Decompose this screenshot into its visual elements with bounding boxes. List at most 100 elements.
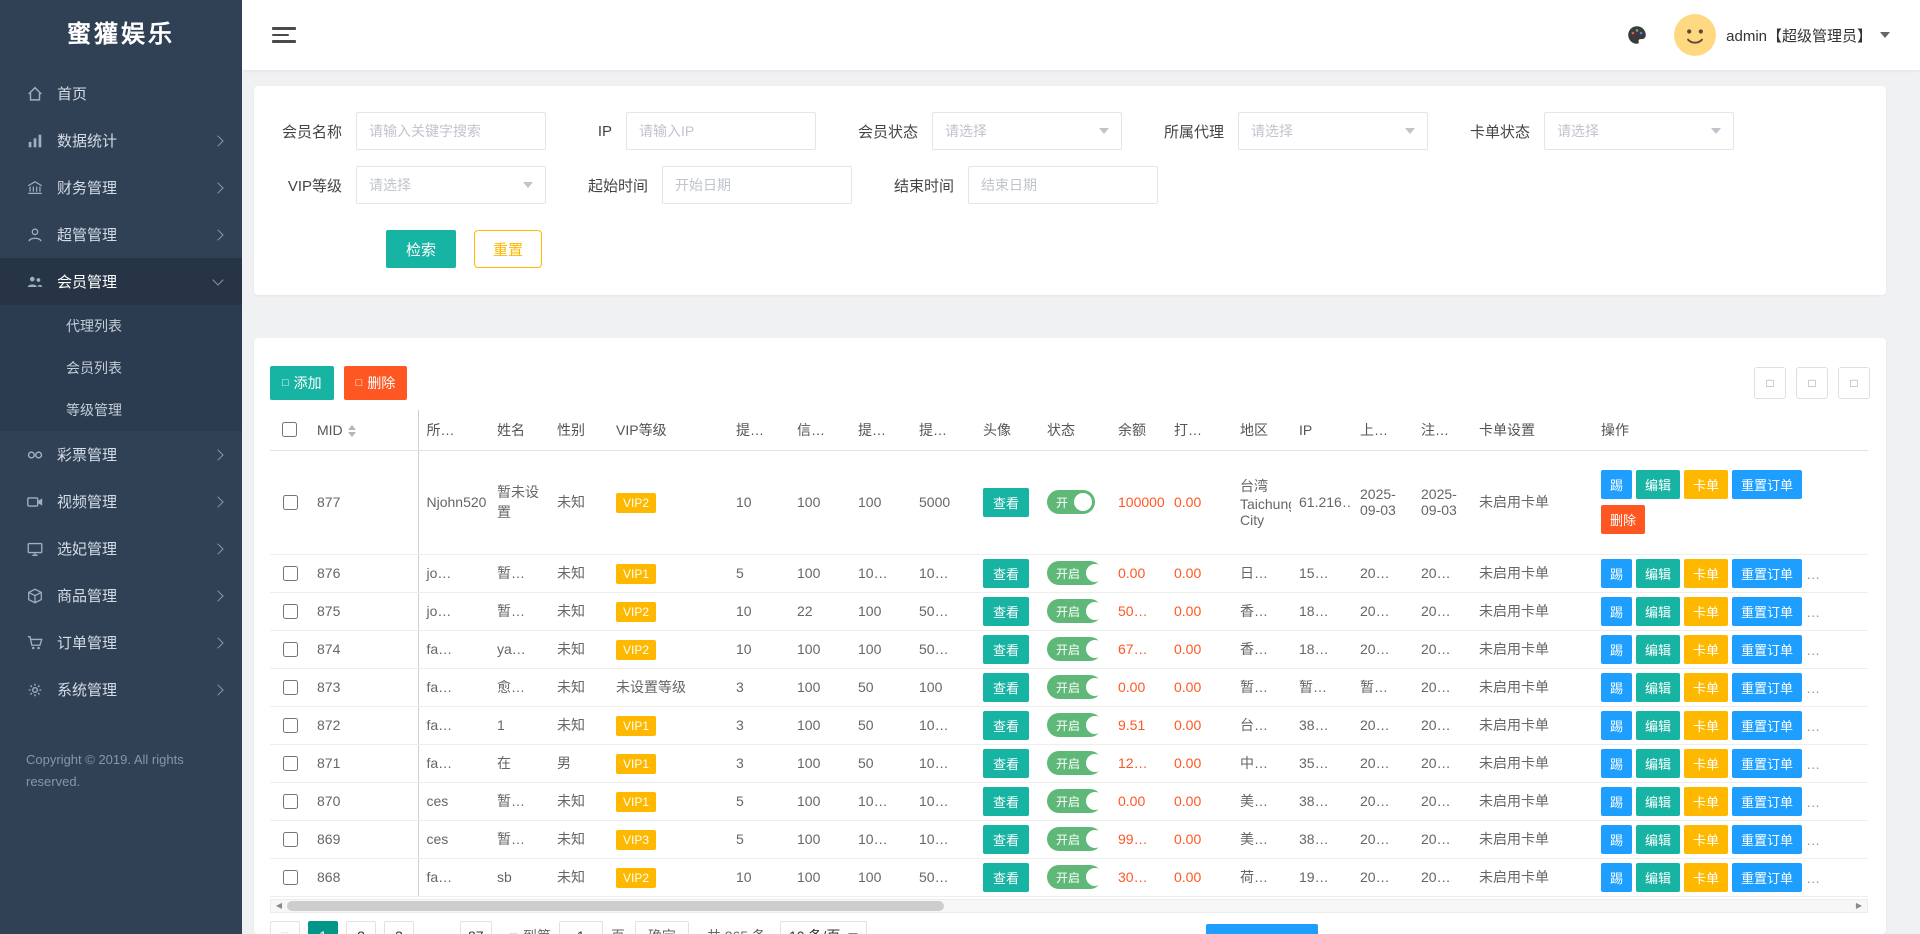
agent-select[interactable]: 请选择 — [1238, 112, 1428, 150]
card-order-button[interactable]: 卡单 — [1684, 673, 1728, 702]
row-checkbox[interactable] — [283, 718, 298, 733]
reset-order-button[interactable]: 重置订单 — [1732, 470, 1802, 499]
theme-palette-icon[interactable] — [1626, 24, 1648, 46]
select-all-checkbox[interactable] — [282, 422, 297, 437]
user-avatar[interactable] — [1674, 14, 1716, 56]
view-avatar-button[interactable]: 查看 — [983, 749, 1029, 778]
scroll-right-icon[interactable]: ▶ — [1851, 900, 1867, 912]
scroll-left-icon[interactable]: ◀ — [271, 900, 287, 912]
sidebar-item-statistics[interactable]: 数据统计 — [0, 117, 242, 164]
add-button[interactable]: □添加 — [270, 366, 334, 400]
edit-button[interactable]: 编辑 — [1636, 787, 1680, 816]
reset-order-button[interactable]: 重置订单 — [1732, 825, 1802, 854]
status-toggle[interactable]: 开启 — [1047, 599, 1102, 623]
kick-button[interactable]: 踢 — [1601, 673, 1632, 702]
member-name-input[interactable] — [356, 112, 546, 150]
export-button[interactable]: □ — [1796, 367, 1828, 399]
status-toggle[interactable]: 开启 — [1047, 713, 1102, 737]
kick-button[interactable]: 踢 — [1601, 635, 1632, 664]
kick-button[interactable]: 踢 — [1601, 597, 1632, 626]
scrollbar-thumb[interactable] — [287, 901, 944, 911]
sidebar-item-members[interactable]: 会员管理 — [0, 258, 242, 305]
view-avatar-button[interactable]: 查看 — [983, 673, 1029, 702]
sidebar-subitem-member-list[interactable]: 会员列表 — [0, 347, 242, 389]
view-avatar-button[interactable]: 查看 — [983, 559, 1029, 588]
status-toggle[interactable]: 开启 — [1047, 561, 1102, 585]
page-button-1[interactable]: 1 — [308, 921, 338, 934]
row-checkbox[interactable] — [283, 870, 298, 885]
view-avatar-button[interactable]: 查看 — [983, 863, 1029, 892]
view-avatar-button[interactable]: 查看 — [983, 635, 1029, 664]
status-toggle[interactable]: 开启 — [1047, 865, 1102, 889]
sidebar-subitem-agent-list[interactable]: 代理列表 — [0, 305, 242, 347]
vip-level-select[interactable]: 请选择 — [356, 166, 546, 204]
reset-order-button[interactable]: 重置订单 — [1732, 749, 1802, 778]
sidebar-item-products[interactable]: 商品管理 — [0, 572, 242, 619]
card-order-button[interactable]: 卡单 — [1684, 825, 1728, 854]
kick-button[interactable]: 踢 — [1601, 787, 1632, 816]
row-checkbox[interactable] — [283, 604, 298, 619]
edit-button[interactable]: 编辑 — [1636, 635, 1680, 664]
delete-row-button[interactable]: 删除 — [1601, 505, 1645, 534]
page-button-87[interactable]: 87 — [460, 921, 492, 934]
card-order-button[interactable]: 卡单 — [1684, 749, 1728, 778]
row-checkbox[interactable] — [283, 794, 298, 809]
row-checkbox[interactable] — [283, 832, 298, 847]
edit-button[interactable]: 编辑 — [1636, 470, 1680, 499]
row-checkbox[interactable] — [283, 680, 298, 695]
reset-button[interactable]: 重置 — [474, 230, 542, 268]
status-toggle[interactable]: 开启 — [1047, 675, 1102, 699]
print-button[interactable]: □ — [1838, 367, 1870, 399]
view-avatar-button[interactable]: 查看 — [983, 597, 1029, 626]
sidebar-item-system[interactable]: 系统管理 — [0, 666, 242, 713]
search-button[interactable]: 检索 — [386, 230, 456, 268]
reset-order-button[interactable]: 重置订单 — [1732, 559, 1802, 588]
edit-button[interactable]: 编辑 — [1636, 863, 1680, 892]
card-order-button[interactable]: 卡单 — [1684, 635, 1728, 664]
edit-button[interactable]: 编辑 — [1636, 825, 1680, 854]
row-checkbox[interactable] — [283, 495, 298, 510]
kick-button[interactable]: 踢 — [1601, 749, 1632, 778]
status-toggle[interactable]: 开启 — [1047, 827, 1102, 851]
sidebar-item-finance[interactable]: 财务管理 — [0, 164, 242, 211]
page-button-3[interactable]: 3 — [384, 921, 414, 934]
sidebar-item-xuanfei[interactable]: 选妃管理 — [0, 525, 242, 572]
kick-button[interactable]: 踢 — [1601, 825, 1632, 854]
sidebar-item-superadmin[interactable]: 超管管理 — [0, 211, 242, 258]
edit-button[interactable]: 编辑 — [1636, 559, 1680, 588]
card-order-button[interactable]: 卡单 — [1684, 470, 1728, 499]
status-toggle[interactable]: 开启 — [1047, 637, 1102, 661]
goto-confirm-button[interactable]: 确定 — [635, 921, 689, 934]
kick-button[interactable]: 踢 — [1601, 711, 1632, 740]
card-order-button[interactable]: 卡单 — [1684, 597, 1728, 626]
sidebar-item-orders[interactable]: 订单管理 — [0, 619, 242, 666]
card-order-button[interactable]: 卡单 — [1684, 863, 1728, 892]
view-avatar-button[interactable]: 查看 — [983, 488, 1029, 517]
reset-order-button[interactable]: 重置订单 — [1732, 673, 1802, 702]
status-toggle[interactable]: 开 — [1047, 490, 1095, 514]
member-status-select[interactable]: 请选择 — [932, 112, 1122, 150]
reset-order-button[interactable]: 重置订单 — [1732, 711, 1802, 740]
per-page-select[interactable]: 10 条/页 — [780, 921, 867, 934]
kick-button[interactable]: 踢 — [1601, 559, 1632, 588]
sidebar-item-home[interactable]: 首页 — [0, 70, 242, 117]
column-mid[interactable]: MID — [309, 410, 418, 450]
reset-order-button[interactable]: 重置订单 — [1732, 597, 1802, 626]
card-order-button[interactable]: 卡单 — [1684, 559, 1728, 588]
card-order-button[interactable]: 卡单 — [1684, 711, 1728, 740]
user-menu[interactable]: admin【超级管理员】 — [1726, 25, 1872, 46]
card-order-button[interactable]: 卡单 — [1684, 787, 1728, 816]
kick-button[interactable]: 踢 — [1601, 863, 1632, 892]
page-button-2[interactable]: 2 — [346, 921, 376, 934]
prev-page-button[interactable]: □ — [270, 921, 300, 934]
start-date-input[interactable] — [662, 166, 852, 204]
view-avatar-button[interactable]: 查看 — [983, 787, 1029, 816]
filter-columns-button[interactable]: □ — [1754, 367, 1786, 399]
end-date-input[interactable] — [968, 166, 1158, 204]
view-avatar-button[interactable]: 查看 — [983, 825, 1029, 854]
edit-button[interactable]: 编辑 — [1636, 673, 1680, 702]
sidebar-item-lottery[interactable]: 彩票管理 — [0, 431, 242, 478]
collapse-sidebar-button[interactable] — [272, 23, 296, 47]
reset-order-button[interactable]: 重置订单 — [1732, 787, 1802, 816]
partially-visible-blue-button[interactable] — [1206, 924, 1318, 934]
